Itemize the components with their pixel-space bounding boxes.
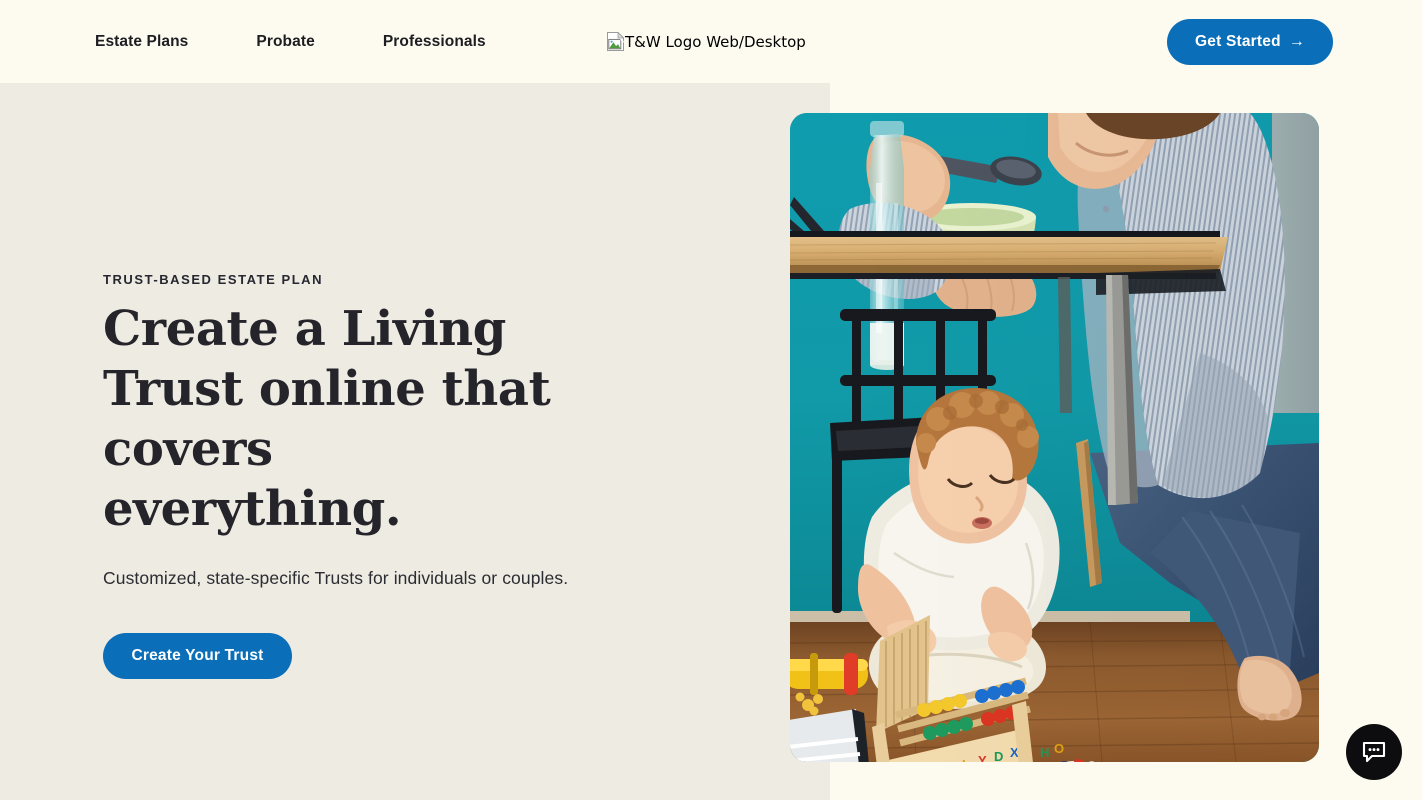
logo-alt-text: T&W Logo Web/Desktop bbox=[625, 32, 806, 51]
page-root: Estate Plans Probate Professionals T&W L… bbox=[0, 0, 1422, 800]
hero-eyebrow: TRUST-BASED ESTATE PLAN bbox=[103, 272, 324, 287]
get-started-button[interactable]: Get Started → bbox=[1167, 19, 1333, 65]
create-your-trust-button[interactable]: Create Your Trust bbox=[103, 633, 292, 679]
hero-subheading: Customized, state-specific Trusts for in… bbox=[103, 568, 569, 588]
hero-image: U A T E L Y D X P H O bbox=[790, 113, 1319, 762]
nav-estate-plans[interactable]: Estate Plans bbox=[95, 33, 188, 51]
nav-probate[interactable]: Probate bbox=[256, 33, 314, 51]
site-header: Estate Plans Probate Professionals T&W L… bbox=[0, 0, 1422, 83]
chat-bubble-icon bbox=[1362, 741, 1386, 763]
primary-nav-left: Estate Plans Probate Professionals bbox=[95, 0, 554, 83]
site-logo[interactable]: T&W Logo Web/Desktop bbox=[607, 0, 806, 83]
hero-content: TRUST-BASED ESTATE PLAN Create a Living … bbox=[103, 272, 723, 679]
family-breakfast-photo: U A T E L Y D X P H O bbox=[790, 113, 1319, 762]
nav-professionals[interactable]: Professionals bbox=[383, 33, 486, 51]
broken-image-placeholder[interactable]: T&W Logo Web/Desktop bbox=[607, 32, 806, 51]
create-your-trust-label: Create Your Trust bbox=[131, 647, 264, 664]
hero-heading: Create a Living Trust online that covers… bbox=[103, 301, 551, 537]
broken-image-icon bbox=[607, 32, 624, 51]
chat-widget-button[interactable] bbox=[1346, 724, 1402, 780]
get-started-label: Get Started bbox=[1195, 33, 1281, 50]
arrow-right-icon: → bbox=[1288, 33, 1305, 50]
